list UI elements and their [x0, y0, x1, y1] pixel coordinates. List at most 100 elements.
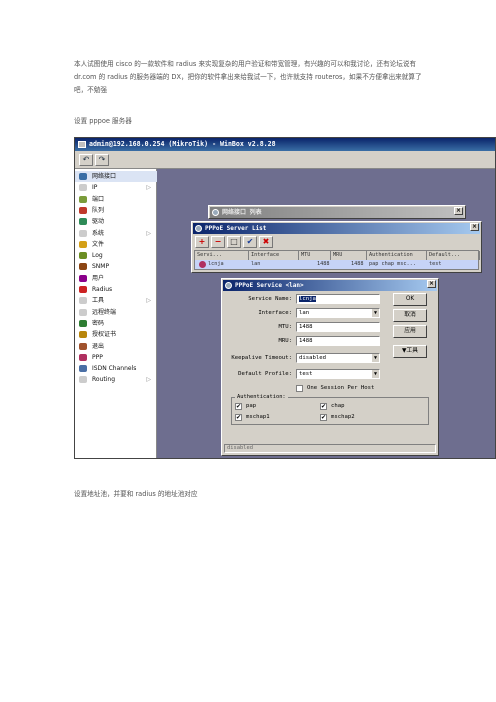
redo-icon[interactable]: ↷: [95, 154, 109, 166]
chap-checkbox[interactable]: ✔: [320, 403, 327, 410]
enable-icon[interactable]: ✔: [243, 236, 257, 248]
exit-icon: [79, 342, 87, 350]
chevron-right-icon: ▷: [146, 229, 151, 237]
log-icon: [79, 252, 87, 260]
sidebar-item-ip[interactable]: IP ▷: [75, 182, 157, 193]
app-icon: [78, 141, 86, 148]
mtu-label: MTU:: [278, 324, 292, 330]
chevron-down-icon[interactable]: ▼: [371, 370, 379, 378]
tools-icon: [79, 297, 87, 305]
default-profile-select[interactable]: test ▼: [296, 369, 380, 379]
table-row[interactable]: lcnja lan 1488 1488 pap chap msc... test: [195, 260, 478, 269]
mru-input[interactable]: 1488: [296, 336, 380, 346]
ok-button[interactable]: OK: [393, 293, 427, 306]
sidebar-item-label: 远程终端: [92, 308, 117, 316]
add-icon[interactable]: +: [195, 236, 209, 248]
sidebar-item-label: 授权证书: [92, 331, 117, 339]
interfaces-icon: [79, 173, 87, 180]
sidebar-item-drivers[interactable]: 驱动: [75, 216, 157, 227]
chevron-down-icon[interactable]: ▼: [371, 309, 379, 317]
sidebar-item-isdn[interactable]: ISDN Channels: [75, 363, 157, 374]
col-mtu[interactable]: MTU: [299, 251, 331, 260]
sidebar-item-terminal[interactable]: 远程终端: [75, 307, 157, 318]
row-authentication: pap chap msc...: [369, 261, 416, 267]
disable-icon[interactable]: ✖: [259, 236, 273, 248]
sidebar-item-snmp[interactable]: SNMP: [75, 261, 157, 272]
sidebar-item-interfaces[interactable]: 网络接口: [75, 171, 157, 182]
service-name-label: Service Name:: [248, 296, 292, 302]
sidebar-item-system[interactable]: 系统 ▷: [75, 228, 157, 239]
interface-list-titlebar[interactable]: 网络接口 列表: [210, 207, 464, 218]
sidebar-item-label: 用户: [92, 274, 105, 282]
close-icon[interactable]: ×: [427, 280, 436, 288]
comment-icon[interactable]: □: [227, 236, 241, 248]
one-session-checkbox[interactable]: [296, 385, 303, 392]
col-mru[interactable]: MRU: [331, 251, 367, 260]
pap-checkbox[interactable]: ✔: [235, 403, 242, 410]
sidebar-item-label: 文件: [92, 240, 105, 248]
pap-label: pap: [246, 403, 257, 409]
close-icon[interactable]: ×: [454, 207, 463, 215]
files-icon: [79, 240, 87, 248]
close-icon[interactable]: ×: [470, 223, 479, 231]
chevron-right-icon: ▷: [146, 297, 151, 305]
sidebar-item-label: 密码: [92, 319, 105, 327]
sidebar-item-label: 退出: [92, 342, 105, 350]
sidebar-item-tools[interactable]: 工具 ▷: [75, 295, 157, 306]
sidebar-item-label: Radius: [92, 286, 113, 293]
sidebar-item-ppp[interactable]: PPP: [75, 352, 157, 363]
interface-window-icon: [212, 209, 219, 216]
sidebar-item-radius[interactable]: Radius: [75, 284, 157, 295]
sidebar-item-routing[interactable]: Routing ▷: [75, 374, 157, 385]
chevron-right-icon: ▷: [146, 376, 151, 384]
row-mtu: 1488: [317, 261, 330, 267]
winbox-screenshot: admin@192.168.0.254 (MikroTik) - WinBox …: [74, 137, 496, 459]
apply-button[interactable]: 应用: [393, 325, 427, 338]
row-interface: lan: [251, 261, 261, 267]
col-authentication[interactable]: Authentication: [367, 251, 427, 260]
mtu-input[interactable]: 1488: [296, 322, 380, 332]
tools-button[interactable]: ▼工具: [393, 345, 427, 358]
keepalive-select[interactable]: disabled ▼: [296, 353, 380, 363]
col-interface[interactable]: Interface: [249, 251, 299, 260]
ppp-icon: [79, 353, 87, 361]
chevron-down-icon[interactable]: ▼: [371, 354, 379, 362]
cancel-button[interactable]: 取消: [393, 309, 427, 322]
pppoe-server-list-titlebar[interactable]: PPPoE Server List: [193, 223, 480, 234]
authentication-label: Authentication:: [235, 394, 288, 401]
sidebar-item-label: ISDN Channels: [92, 365, 137, 373]
row-default-profile: test: [429, 261, 442, 267]
sidebar-item-users[interactable]: 用户: [75, 273, 157, 284]
one-session-label: One Session Per Host: [307, 385, 375, 391]
pppoe-service-titlebar[interactable]: PPPoE Service <lan>: [223, 280, 437, 291]
sidebar-item-label: 队列: [92, 206, 105, 214]
mschap2-checkbox[interactable]: ✔: [320, 414, 327, 421]
service-name-input[interactable]: lcnja: [296, 294, 380, 304]
undo-icon[interactable]: ↶: [79, 154, 93, 166]
col-default-profile[interactable]: Default...: [427, 251, 480, 260]
sidebar-item-password[interactable]: 密码: [75, 318, 157, 329]
sidebar-item-ports[interactable]: 端口: [75, 194, 157, 205]
remove-icon[interactable]: −: [211, 236, 225, 248]
routing-icon: [79, 376, 87, 384]
sidebar-item-license[interactable]: 授权证书: [75, 329, 157, 340]
users-icon: [79, 274, 87, 282]
sidebar-item-log[interactable]: Log: [75, 250, 157, 261]
winbox-toolbar: ↶ ↷: [75, 151, 495, 169]
sidebar-item-exit[interactable]: 退出: [75, 341, 157, 352]
mschap1-checkbox[interactable]: ✔: [235, 414, 242, 421]
sidebar-item-label: 端口: [92, 195, 105, 203]
sidebar-item-label: SNMP: [92, 263, 110, 271]
ppp-icon: [199, 261, 206, 268]
chevron-right-icon: ▷: [146, 184, 151, 192]
sidebar-item-files[interactable]: 文件: [75, 239, 157, 250]
ppp-icon: [225, 282, 232, 289]
interface-select[interactable]: lan ▼: [296, 308, 380, 318]
sidebar-item-label: 工具: [92, 297, 105, 305]
sidebar-item-queues[interactable]: 队列: [75, 205, 157, 216]
caption-address-pool: 设置地址池，并要和 radius 的地址池对应: [74, 490, 198, 498]
mschap2-label: mschap2: [331, 414, 355, 420]
radius-icon: [79, 286, 87, 293]
col-service[interactable]: Servi...: [195, 251, 249, 260]
sidebar-item-label: PPP: [92, 353, 103, 361]
